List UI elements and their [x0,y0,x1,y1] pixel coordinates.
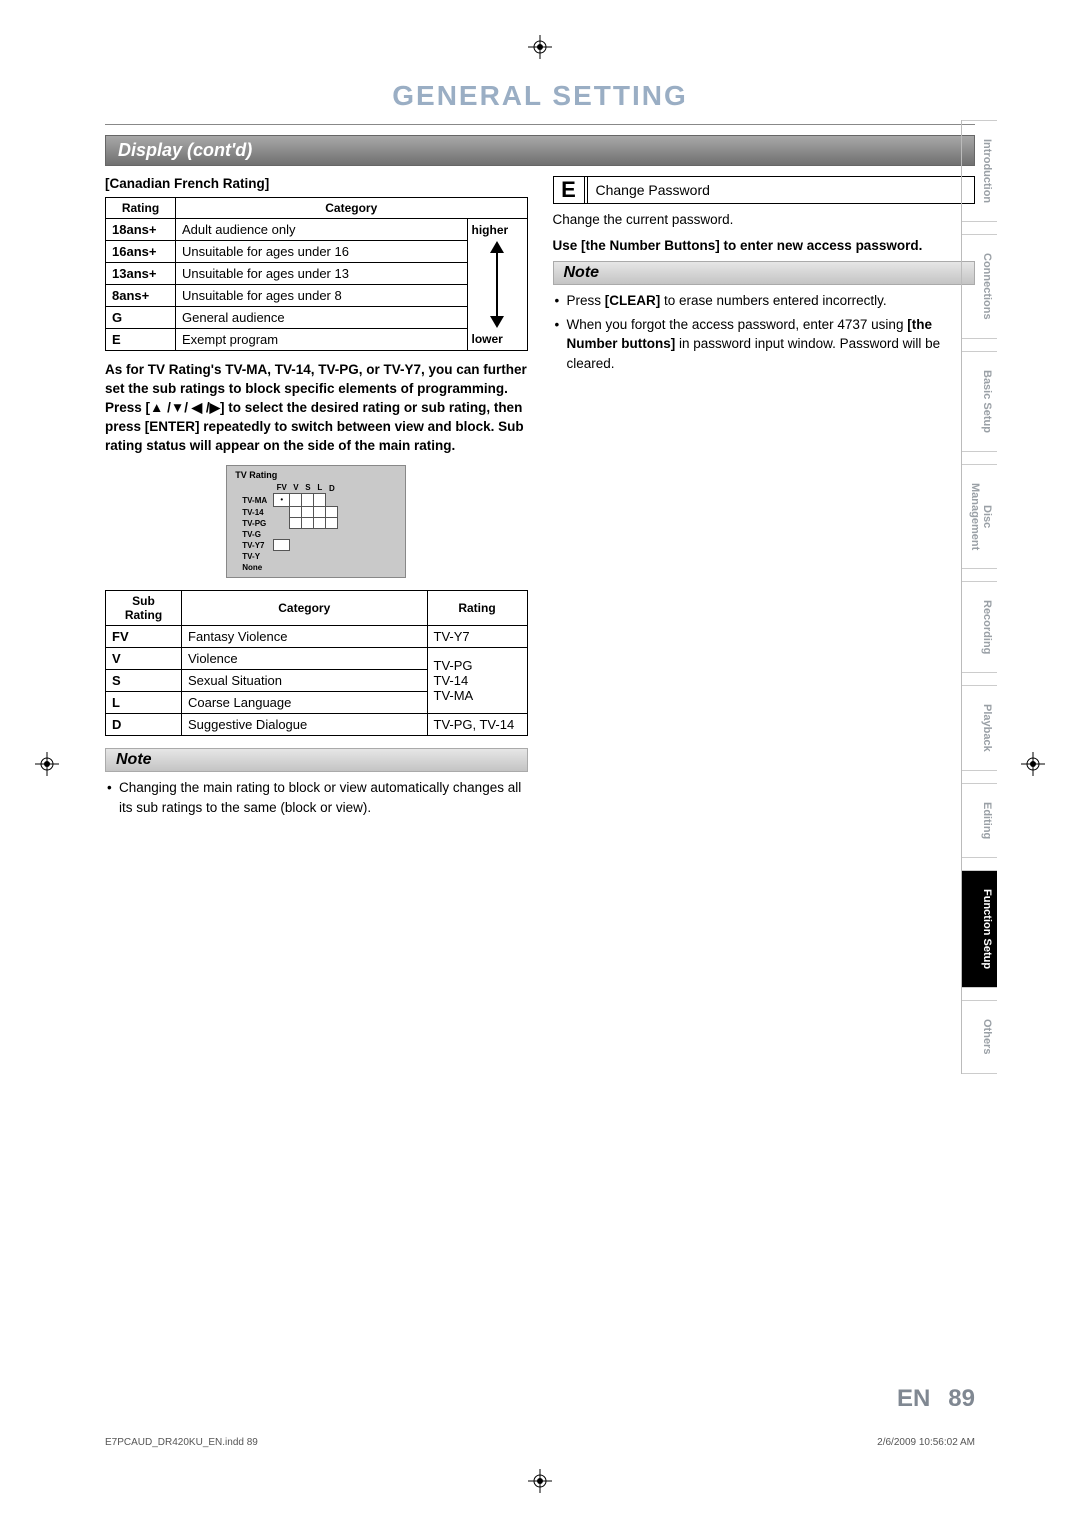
higher-label: higher [472,223,509,237]
sub-rating-table: Sub Rating Category Rating FVFantasy Vio… [105,590,528,736]
tvcol4: D [326,482,338,494]
section-letter: E [554,177,588,203]
page-number: EN 89 [897,1385,975,1413]
section-header: Display (cont'd) [105,135,975,166]
cf-c3: Unsuitable for ages under 8 [176,285,468,307]
tv-box-title: TV Rating [231,470,401,480]
title-divider [105,124,975,125]
footer: E7PCAUD_DR420KU_EN.indd 89 2/6/2009 10:5… [105,1437,975,1448]
cf-c4: General audience [176,307,468,329]
section-e-header: E Change Password [553,176,976,204]
footer-right: 2/6/2009 10:56:02 AM [877,1437,975,1448]
sr-group-r: TV-PG TV-14 TV-MA [427,647,527,713]
page-title: GENERAL SETTING [105,80,975,112]
tv-rating-diagram: TV Rating FV V S L D TV-MA TV-14 TV-PG T… [226,465,406,578]
sr3s: L [106,691,182,713]
page-num: 89 [948,1385,975,1412]
cf-r3: 8ans+ [106,285,176,307]
tvcol1: V [290,482,302,494]
note-left-0: Changing the main rating to block or vie… [105,778,528,817]
cf-r0: 18ans+ [106,219,176,241]
right-column: E Change Password Change the current pas… [553,176,976,821]
registration-mark-icon [528,35,552,59]
side-tabs: Introduction Connections Basic Setup Dis… [961,120,997,1074]
sr4c: Suggestive Dialogue [182,713,428,735]
sub-rating-description: As for TV Rating's TV-MA, TV-14, TV-PG, … [105,361,528,455]
cf-r5: E [106,329,176,351]
cf-r1: 16ans+ [106,241,176,263]
sr4s: D [106,713,182,735]
page-content: GENERAL SETTING Display (cont'd) [Canadi… [105,80,975,1448]
tvrow6: None [239,562,273,573]
registration-mark-icon [528,1469,552,1493]
sr4r: TV-PG, TV-14 [427,713,527,735]
note-right-1: When you forgot the access password, ent… [553,315,976,374]
cf-c0: Adult audience only [176,219,468,241]
tvrow5: TV-Y [239,551,273,562]
cf-r2: 13ans+ [106,263,176,285]
footer-left: E7PCAUD_DR420KU_EN.indd 89 [105,1437,258,1448]
tab-others[interactable]: Others [962,1000,997,1073]
tvrow3: TV-G [239,529,273,540]
lower-label: lower [472,332,503,346]
tab-playback[interactable]: Playback [962,685,997,771]
note-list-left: Changing the main rating to block or vie… [105,778,528,817]
tvrow1: TV-14 [239,507,273,518]
note-list-right: Press [CLEAR] to erase numbers entered i… [553,291,976,373]
arrow-stem [496,253,498,316]
page-lang: EN [897,1385,930,1412]
note-heading-left: Note [105,748,528,772]
sr2s: S [106,669,182,691]
cf-rating-heading: [Canadian French Rating] [105,176,528,191]
sub-th2: Category [182,590,428,625]
tab-introduction[interactable]: Introduction [962,120,997,222]
arrow-up-icon [490,241,504,253]
cf-c5: Exempt program [176,329,468,351]
sr0r: TV-Y7 [427,625,527,647]
registration-mark-icon [1021,752,1045,776]
cf-c1: Unsuitable for ages under 16 [176,241,468,263]
change-password-instruction: Use [the Number Buttons] to enter new ac… [553,236,976,256]
sub-th1: Sub Rating [106,590,182,625]
tvcol2: S [302,482,314,494]
tab-editing[interactable]: Editing [962,783,997,858]
note-right-0: Press [CLEAR] to erase numbers entered i… [553,291,976,311]
tab-function-setup[interactable]: Function Setup [962,870,997,988]
cf-c2: Unsuitable for ages under 13 [176,263,468,285]
sr0c: Fantasy Violence [182,625,428,647]
change-password-desc: Change the current password. [553,210,976,230]
sr3c: Coarse Language [182,691,428,713]
sub-th3: Rating [427,590,527,625]
tvrow2: TV-PG [239,518,273,529]
th-category: Category [176,198,528,219]
tab-basic-setup[interactable]: Basic Setup [962,351,997,452]
th-rating: Rating [106,198,176,219]
tab-disc-management[interactable]: Disc Management [962,464,997,569]
sr1c: Violence [182,647,428,669]
sr0s: FV [106,625,182,647]
tvcol0: FV [274,482,290,494]
tab-recording[interactable]: Recording [962,581,997,673]
cf-rating-table: Rating Category 18ans+ Adult audience on… [105,197,528,351]
section-e-title: Change Password [588,177,975,203]
left-column: [Canadian French Rating] Rating Category… [105,176,528,821]
sr1s: V [106,647,182,669]
arrow-down-icon [490,316,504,328]
registration-mark-icon [35,752,59,776]
tab-connections[interactable]: Connections [962,234,997,339]
tvrow0: TV-MA [239,494,273,507]
tvcol3: L [314,482,326,494]
cf-r4: G [106,307,176,329]
tvrow4: TV-Y7 [239,540,273,551]
sr2c: Sexual Situation [182,669,428,691]
note-heading-right: Note [553,261,976,285]
